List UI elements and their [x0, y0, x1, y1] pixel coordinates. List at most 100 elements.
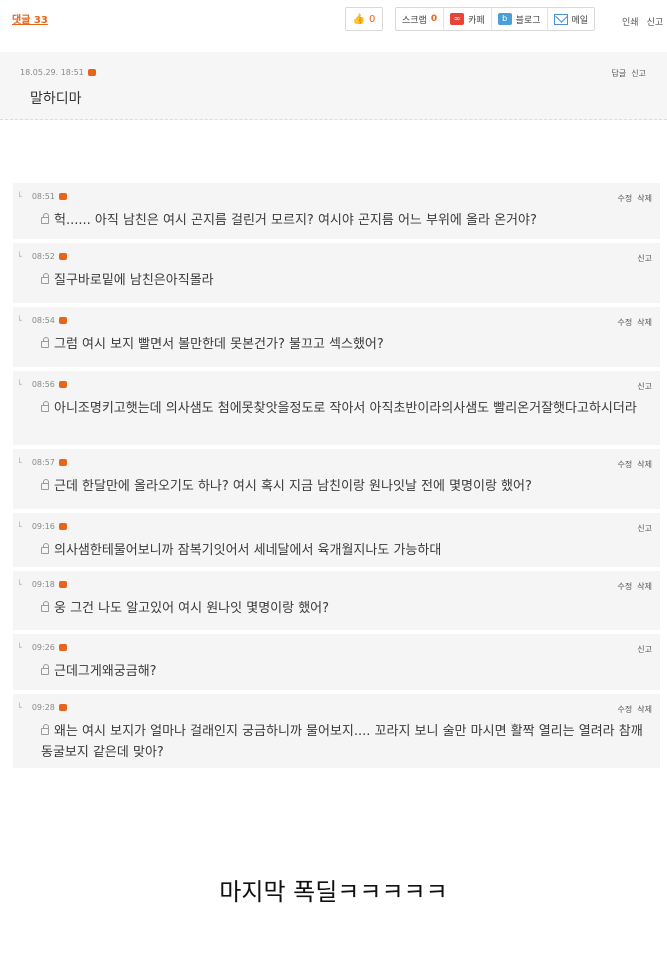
- author-badge-icon: [58, 253, 67, 260]
- scrap-button[interactable]: 스크랩 0: [396, 8, 445, 30]
- reply-actions: 수정 삭제: [618, 459, 652, 470]
- reply-time: 08:57: [31, 458, 55, 467]
- comment-toolbar: 댓글 33 👍 0 스크랩 0 ∞ 카페 b 블로그 메일 인쇄 신고: [0, 0, 667, 40]
- caption-text: 마지막 폭딜ㅋㅋㅋㅋㅋ: [219, 878, 448, 906]
- reply-arrow-icon: └: [17, 380, 22, 389]
- reply-action-edit[interactable]: 수정: [618, 317, 633, 328]
- cafe-label: 카페: [468, 15, 485, 26]
- reply-action-report[interactable]: 신고: [637, 644, 652, 655]
- reply-action-edit[interactable]: 수정: [618, 581, 633, 592]
- reply-meta: └ 08:51: [17, 192, 67, 201]
- reply-text: 아니조명키고햇는데 의사샘도 첨에못찾앗을정도로 작아서 아직초반이라의사샘도 …: [54, 401, 637, 416]
- author-badge-icon: [58, 523, 67, 530]
- reply-text-wrap: 왜는 여시 보지가 얼마나 걸래인지 궁금하니까 물어보지.... 꼬라지 보니…: [41, 721, 654, 763]
- blog-share-button[interactable]: b 블로그: [492, 8, 548, 30]
- lock-icon: [41, 401, 49, 412]
- reply-actions: 신고: [637, 253, 652, 264]
- reply-item: └ 08:54 수정 삭제 그럼 여시 보지 빨면서 볼만한데 못본건가? 불끄고 …: [13, 307, 660, 367]
- lock-icon: [41, 601, 49, 612]
- reply-action-delete[interactable]: 삭제: [637, 704, 652, 715]
- lock-icon: [41, 664, 49, 675]
- author-badge-icon: [58, 459, 67, 466]
- reply-time: 08:54: [31, 316, 55, 325]
- reply-time: 08:52: [31, 252, 55, 261]
- reply-text: 질구바로밑에 남친은아직몰라: [54, 273, 214, 288]
- reply-time: 09:28: [31, 703, 55, 712]
- reply-arrow-icon: └: [17, 458, 22, 467]
- lock-icon: [41, 479, 49, 490]
- reply-item: └ 08:51 수정 삭제 헉...... 아직 남친은 여시 곤지름 걸린거 모르…: [13, 183, 660, 239]
- reply-item: └ 09:26 신고 근데그게왜궁금해?: [13, 634, 660, 690]
- reply-time: 09:26: [31, 643, 55, 652]
- reply-arrow-icon: └: [17, 522, 22, 531]
- reply-text: 근데그게왜궁금해?: [54, 664, 157, 679]
- reply-actions: 수정 삭제: [618, 193, 652, 204]
- reply-actions: 신고: [637, 644, 652, 655]
- lock-icon: [41, 724, 49, 735]
- mail-label: 메일: [571, 15, 589, 26]
- mail-icon: [553, 13, 568, 25]
- lock-icon: [41, 337, 49, 348]
- print-link[interactable]: 인쇄: [622, 15, 639, 28]
- reply-text: 웅 그건 나도 알고있어 여시 원나잇 몇명이랑 했어?: [54, 601, 330, 616]
- reply-arrow-icon: └: [17, 252, 22, 261]
- reply-item: └ 09:16 신고 의사샘한테물어보니까 잠복기잇어서 세네달에서 육개월지나도…: [13, 513, 660, 567]
- scrap-label: 스크랩: [402, 15, 427, 26]
- mail-share-button[interactable]: 메일: [548, 8, 595, 30]
- reply-action-delete[interactable]: 삭제: [637, 459, 652, 470]
- thumb-up-icon: 👍: [352, 13, 366, 25]
- author-badge-icon: [58, 644, 67, 651]
- reply-actions: 신고: [637, 523, 652, 534]
- reply-actions: 수정 삭제: [618, 317, 652, 328]
- reply-text: 근데 한달만에 올라오기도 하나? 여시 혹시 지금 남친이랑 원나잇날 전에 …: [54, 479, 532, 494]
- reply-link[interactable]: 답글: [612, 68, 627, 79]
- reply-action-delete[interactable]: 삭제: [637, 581, 652, 592]
- reply-item: └ 08:57 수정 삭제 근데 한달만에 올라오기도 하나? 여시 혹시 지금 남…: [13, 449, 660, 509]
- scrap-count: 0: [430, 14, 438, 24]
- reply-actions: 수정 삭제: [618, 581, 652, 592]
- reply-item: └ 08:56 신고 아니조명키고햇는데 의사샘도 첨에못찾앗을정도로 작아서 아…: [13, 371, 660, 445]
- reply-actions: 수정 삭제: [618, 704, 652, 715]
- report-link[interactable]: 신고: [647, 15, 664, 28]
- comment-count-link[interactable]: 댓글 33: [12, 11, 48, 26]
- author-badge-icon: [58, 704, 67, 711]
- reply-list: └ 08:51 수정 삭제 헉...... 아직 남친은 여시 곤지름 걸린거 모르…: [13, 183, 660, 772]
- cafe-share-button[interactable]: ∞ 카페: [444, 8, 492, 30]
- reply-text: 그럼 여시 보지 빨면서 볼만한데 못본건가? 불끄고 섹스했어?: [54, 337, 384, 352]
- reply-meta: └ 09:26: [17, 643, 67, 652]
- top-links: 인쇄 신고: [622, 15, 663, 28]
- cafe-icon: ∞: [450, 13, 465, 25]
- reply-action-edit[interactable]: 수정: [618, 459, 633, 470]
- like-button[interactable]: 👍 0: [345, 7, 383, 31]
- reply-action-edit[interactable]: 수정: [618, 193, 633, 204]
- comment-item: 18.05.29. 18:51 답글 신고 말하디마: [0, 52, 667, 120]
- comment-text: 말하디마: [30, 91, 82, 107]
- reply-action-delete[interactable]: 삭제: [637, 193, 652, 204]
- author-badge-icon: [87, 69, 96, 76]
- reply-action-delete[interactable]: 삭제: [637, 317, 652, 328]
- reply-arrow-icon: └: [17, 192, 22, 201]
- reply-text: 왜는 여시 보지가 얼마나 걸래인지 궁금하니까 물어보지.... 꼬라지 보니…: [41, 724, 643, 760]
- reply-text-wrap: 질구바로밑에 남친은아직몰라: [41, 270, 654, 291]
- reply-text-wrap: 웅 그건 나도 알고있어 여시 원나잇 몇명이랑 했어?: [41, 598, 654, 619]
- reply-text-wrap: 근데 한달만에 올라오기도 하나? 여시 혹시 지금 남친이랑 원나잇날 전에 …: [41, 476, 654, 497]
- reply-action-edit[interactable]: 수정: [618, 704, 633, 715]
- reply-meta: └ 08:54: [17, 316, 67, 325]
- reply-arrow-icon: └: [17, 703, 22, 712]
- reply-arrow-icon: └: [17, 643, 22, 652]
- reply-time: 08:56: [31, 380, 55, 389]
- reply-meta: └ 09:28: [17, 703, 67, 712]
- reply-text-wrap: 그럼 여시 보지 빨면서 볼만한데 못본건가? 불끄고 섹스했어?: [41, 334, 654, 355]
- reply-action-report[interactable]: 신고: [637, 253, 652, 264]
- reply-action-report[interactable]: 신고: [637, 523, 652, 534]
- reply-action-report[interactable]: 신고: [637, 381, 652, 392]
- reply-item: └ 09:28 수정 삭제 왜는 여시 보지가 얼마나 걸래인지 궁금하니까 물어보…: [13, 694, 660, 768]
- author-badge-icon: [58, 581, 67, 588]
- author-badge-icon: [58, 317, 67, 324]
- lock-icon: [41, 543, 49, 554]
- reply-meta: └ 09:18: [17, 580, 67, 589]
- comment-actions: 답글 신고: [612, 68, 646, 79]
- reply-arrow-icon: └: [17, 580, 22, 589]
- report-link[interactable]: 신고: [631, 68, 646, 79]
- author-badge-icon: [58, 193, 67, 200]
